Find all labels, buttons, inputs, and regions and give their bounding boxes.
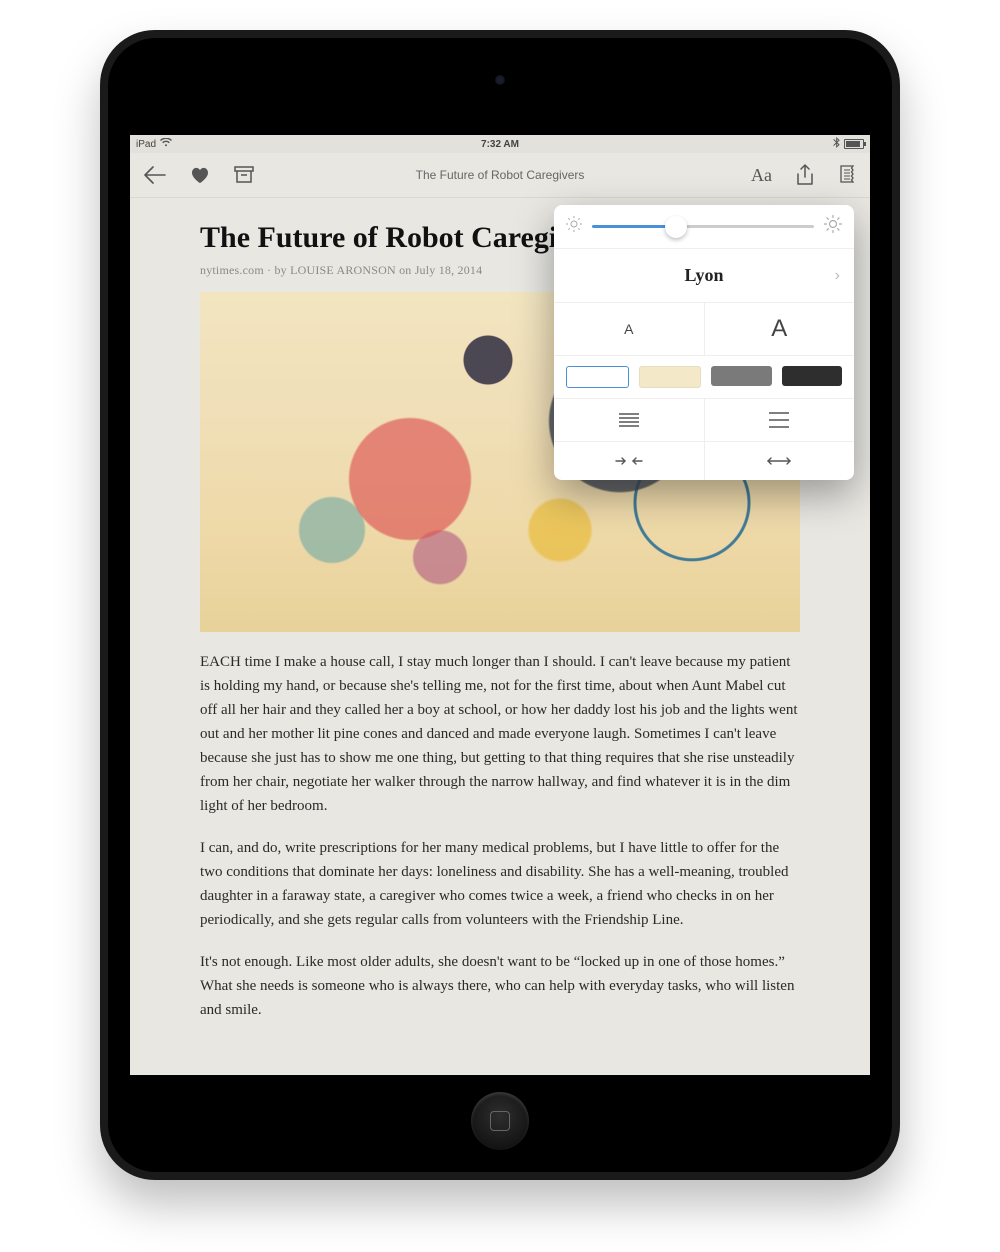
archive-button[interactable] xyxy=(234,166,254,184)
app-toolbar: The Future of Robot Caregivers Aa xyxy=(130,153,870,198)
theme-gray[interactable] xyxy=(711,366,772,386)
theme-row xyxy=(554,356,854,399)
line-height-row xyxy=(554,399,854,442)
home-button[interactable] xyxy=(471,1092,529,1150)
font-options-button[interactable]: Aa xyxy=(751,165,772,186)
brightness-high-icon xyxy=(824,215,842,238)
line-height-dense-button[interactable] xyxy=(554,399,705,441)
brightness-low-icon xyxy=(566,216,582,237)
text-options-popover: Lyon › A A xyxy=(554,205,854,480)
share-button[interactable] xyxy=(796,164,814,186)
margin-row xyxy=(554,442,854,480)
text-size-row: A A xyxy=(554,303,854,356)
favorite-button[interactable] xyxy=(190,166,210,184)
status-time: 7:32 AM xyxy=(481,139,519,150)
brightness-row xyxy=(554,205,854,249)
line-height-loose-button[interactable] xyxy=(705,399,855,441)
theme-sepia[interactable] xyxy=(639,366,702,388)
font-picker-row[interactable]: Lyon › xyxy=(554,249,854,303)
reading-list-button[interactable] xyxy=(838,165,856,185)
screen: iPad 7:32 AM xyxy=(130,135,870,1075)
margin-wide-button[interactable] xyxy=(705,442,855,480)
article-paragraph: EACH time I make a house call, I stay mu… xyxy=(200,650,800,818)
status-bar: iPad 7:32 AM xyxy=(130,135,870,153)
article-paragraph: I can, and do, write prescriptions for h… xyxy=(200,836,800,932)
toolbar-title: The Future of Robot Caregivers xyxy=(416,168,585,182)
battery-icon xyxy=(844,139,864,149)
brightness-thumb[interactable] xyxy=(665,216,687,238)
chevron-right-icon: › xyxy=(835,267,840,285)
theme-white[interactable] xyxy=(566,366,629,388)
back-button[interactable] xyxy=(144,166,166,184)
current-font-name: Lyon xyxy=(684,265,723,286)
theme-black[interactable] xyxy=(782,366,843,386)
text-size-larger-button[interactable]: A xyxy=(705,303,855,355)
article-paragraph: It's not enough. Like most older adults,… xyxy=(200,950,800,1022)
margin-narrow-button[interactable] xyxy=(554,442,705,480)
text-size-smaller-button[interactable]: A xyxy=(554,303,705,355)
brightness-slider[interactable] xyxy=(592,225,814,228)
ipad-device-frame: iPad 7:32 AM xyxy=(100,30,900,1180)
status-device-label: iPad xyxy=(136,139,156,150)
front-camera xyxy=(495,75,505,85)
bluetooth-icon xyxy=(833,137,840,151)
wifi-icon xyxy=(160,138,172,150)
